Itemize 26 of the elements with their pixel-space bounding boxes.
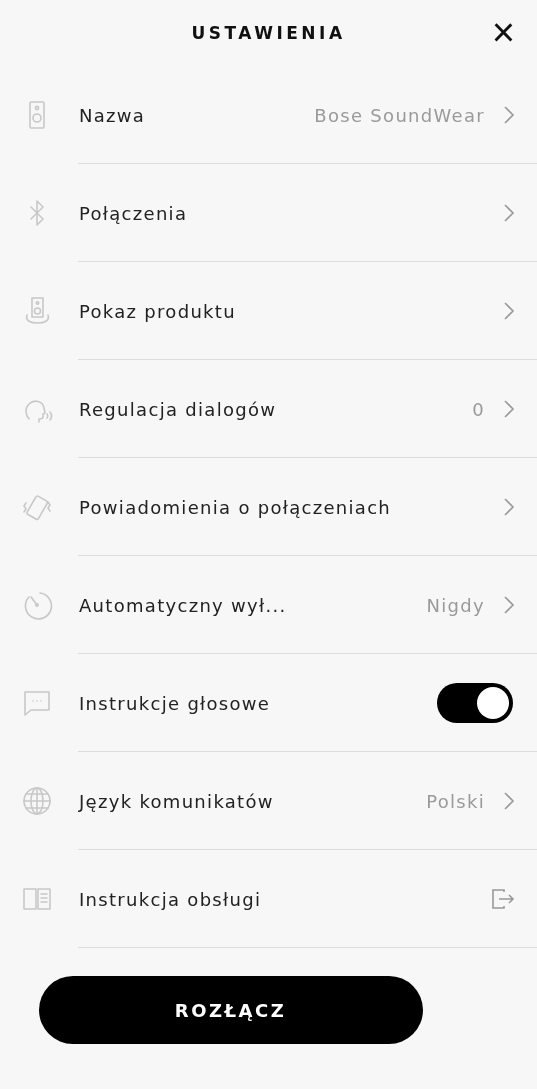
setting-label: Połączenia (79, 202, 189, 224)
setting-label: Pokaz produktu (79, 300, 237, 322)
setting-value: Bose SoundWear (314, 104, 485, 126)
setting-label: Regulacja dialogów (79, 398, 278, 420)
chevron-right-icon[interactable] (503, 399, 515, 419)
setting-value: 0 (472, 398, 485, 420)
chevron-right-icon[interactable] (503, 203, 515, 223)
setting-value: Polski (426, 790, 485, 812)
globe-icon (21, 785, 53, 817)
close-button[interactable]: × (491, 14, 515, 50)
chevron-right-icon[interactable] (503, 301, 515, 321)
chevron-right-icon[interactable] (503, 497, 515, 517)
setting-value: Nigdy (426, 594, 485, 616)
chevron-right-icon[interactable] (503, 595, 515, 615)
chevron-right-icon[interactable] (503, 105, 515, 125)
setting-label: Instrukcje głosowe (79, 692, 272, 714)
disconnect-button[interactable]: ROZŁĄCZ (38, 976, 423, 1044)
setting-label: Nazwa (79, 104, 147, 126)
setting-label: Automatyczny wył... (79, 594, 288, 616)
exit-icon[interactable] (491, 888, 515, 910)
setting-label: Powiadomienia o połączeniach (79, 496, 393, 518)
screen-title: USTAWIENIA (191, 23, 346, 43)
setting-label: Instrukcja obsługi (79, 888, 263, 910)
setting-label: Język komunikatów (79, 790, 275, 812)
toggle-switch[interactable] (437, 683, 513, 723)
chevron-right-icon[interactable] (503, 791, 515, 811)
